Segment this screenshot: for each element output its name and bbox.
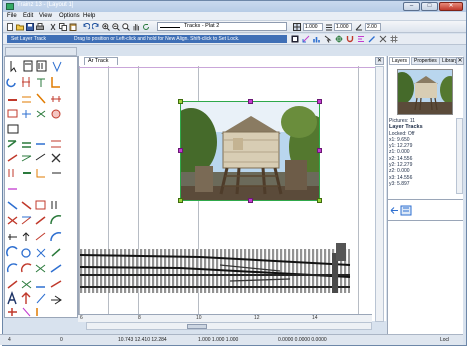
width-field[interactable]: 1.000 (303, 23, 323, 31)
horizontal-ruler: 6 8 10 12 14 (78, 314, 372, 322)
resize-handle-bottom[interactable] (248, 198, 253, 203)
properties-list: Pictures: 11 Layer Tracks Locked: Off x1: 9… (389, 118, 453, 196)
menu-options[interactable]: Options (59, 13, 80, 19)
redo-icon[interactable] (92, 23, 100, 31)
vertical-scrollbar[interactable] (375, 66, 384, 322)
grid-icon[interactable] (390, 35, 398, 43)
menu-view[interactable]: View (39, 13, 52, 19)
resize-handle-bottom-left[interactable] (178, 198, 183, 203)
line-style-swatch (160, 27, 180, 28)
snap-icon[interactable] (335, 35, 343, 43)
tab-properties[interactable]: Properties (411, 57, 440, 65)
tab-layers[interactable]: Layers (389, 57, 411, 65)
copy-icon[interactable] (59, 23, 67, 31)
resize-handle-bottom-right[interactable] (317, 198, 322, 203)
water-tower-picture[interactable] (180, 101, 320, 201)
pointer-icon[interactable] (324, 35, 332, 43)
app-icon (6, 3, 14, 10)
paste-icon[interactable] (69, 23, 77, 31)
ruler-label: 12 (254, 315, 260, 321)
resize-handle-left[interactable] (178, 148, 183, 153)
measure-icon[interactable] (302, 35, 310, 43)
minimize-button[interactable]: – (403, 2, 420, 11)
panel-close-button[interactable]: ✕ (456, 57, 464, 65)
cut-icon[interactable] (49, 23, 57, 31)
tool-palette (4, 56, 78, 318)
ruler-label: 14 (312, 315, 318, 321)
zoom-out-icon[interactable] (112, 23, 120, 31)
panel-divider (388, 199, 463, 200)
menu-edit[interactable]: Edit (23, 13, 33, 19)
hint-bar-layer: Set Layer Track (11, 36, 47, 42)
layer-dropdown-value: Tracks - Plat 2 (184, 23, 220, 29)
resize-handle-right[interactable] (317, 148, 322, 153)
status-count: 0 (60, 337, 63, 343)
line-weight-icon[interactable] (325, 23, 333, 31)
horizontal-scroll-thumb[interactable] (187, 324, 207, 329)
preview-image (398, 70, 452, 114)
ruler-label: 8 (138, 315, 141, 321)
track-turnout-image[interactable] (79, 241, 360, 301)
new-file-icon[interactable] (6, 23, 14, 31)
page-boundary-line (79, 67, 375, 68)
properties-scrollbar[interactable] (456, 118, 463, 194)
status-angle: 0.0000 0.0000 0.0000 (278, 337, 327, 343)
status-bar: 4 0 10.743 12.410 12.284 1.000 1.000 1.0… (0, 334, 463, 345)
maximize-button[interactable]: □ (421, 2, 438, 11)
preview-thumbnail (397, 69, 453, 115)
arrow-left-icon[interactable] (390, 207, 398, 214)
tool-palette-grid (6, 60, 62, 317)
scale-field[interactable]: 1.000 (334, 23, 352, 31)
horizontal-scrollbar[interactable] (86, 322, 372, 330)
tools-icon[interactable] (379, 35, 387, 43)
draw-icon[interactable] (368, 35, 376, 43)
angle-field[interactable]: 2.00 (365, 23, 381, 31)
chart-icon[interactable] (313, 35, 321, 43)
resize-handle-top-right[interactable] (317, 99, 322, 104)
title-bar: Trainz 13 - [Layout 1] – □ ✕ (3, 1, 466, 12)
water-tower-image (181, 102, 319, 200)
hint-bar-text: Drag to position or Left-click and hold … (74, 36, 240, 42)
status-coordinates: 10.743 12.410 12.284 (118, 337, 167, 343)
print-icon[interactable] (36, 23, 44, 31)
panel-tool-row (390, 205, 412, 216)
hint-bar: Set Layer Track Drag to position or Left-… (7, 35, 287, 43)
save-icon[interactable] (26, 23, 34, 31)
close-button[interactable]: ✕ (439, 2, 463, 11)
turnout-drawing (79, 243, 351, 293)
zoom-fit-icon[interactable] (122, 23, 130, 31)
panel-divider (388, 220, 463, 221)
window-title: Trainz 13 - [Layout 1] (17, 2, 74, 8)
secondary-toolbar: Set Layer Track Drag to position or Left-… (3, 34, 466, 45)
document-tab[interactable]: Ar Track (84, 57, 118, 65)
zoom-in-icon[interactable] (102, 23, 110, 31)
refresh-icon[interactable] (142, 23, 150, 31)
resize-handle-top[interactable] (248, 99, 253, 104)
open-folder-icon[interactable] (16, 23, 24, 31)
document-close-button[interactable]: ✕ (375, 57, 384, 65)
status-scale: 1.000 1.000 1.000 (198, 337, 239, 343)
magnet-icon[interactable] (346, 35, 354, 43)
ruler-label: 10 (196, 315, 202, 321)
menu-bar: File Edit View Options Help (3, 12, 466, 21)
resize-handle-top-left[interactable] (178, 99, 183, 104)
menu-help[interactable]: Help (83, 13, 95, 19)
align-icon[interactable] (357, 35, 365, 43)
bus-icon[interactable] (400, 205, 412, 216)
layers-icon[interactable] (291, 35, 299, 43)
layer-dropdown[interactable]: Tracks - Plat 2 (157, 22, 287, 31)
main-toolbar: Tracks - Plat 2 1.000 1.000 2.00 (3, 21, 466, 33)
angle-icon[interactable] (355, 23, 363, 31)
undo-icon[interactable] (82, 23, 90, 31)
status-page: 4 (8, 337, 11, 343)
ruler-label: 6 (80, 315, 83, 321)
tool-palette-header (5, 47, 77, 56)
property-row: y3: 5.897 (389, 180, 410, 187)
status-lock: Locl (440, 337, 450, 343)
layer-grid-icon[interactable] (293, 23, 301, 31)
menu-file[interactable]: File (7, 13, 17, 19)
pan-hand-icon[interactable] (132, 23, 140, 31)
